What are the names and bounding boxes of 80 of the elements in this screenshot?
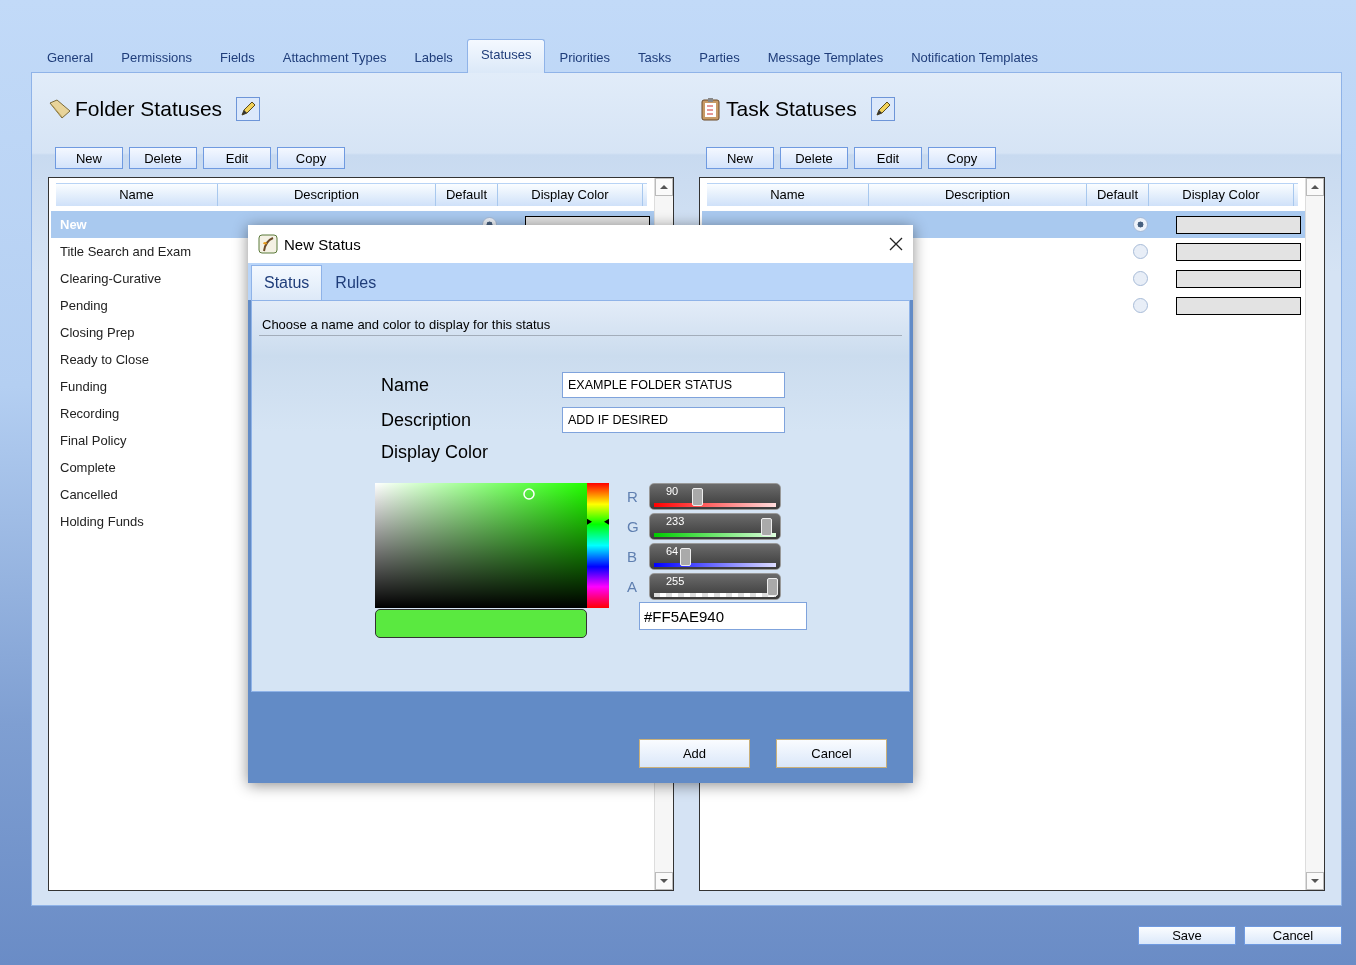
app-logo-icon xyxy=(258,234,278,254)
slider-thumb[interactable] xyxy=(767,578,779,596)
column-header[interactable]: Default xyxy=(1087,184,1149,206)
scroll-down-icon[interactable] xyxy=(1306,872,1324,890)
scroll-up-icon[interactable] xyxy=(655,178,673,196)
channel-value: 90 xyxy=(666,485,679,497)
instruction-text: Choose a name and color to display for this status xyxy=(259,301,902,336)
toolbar-button[interactable]: Edit xyxy=(203,147,271,169)
toolbar-button[interactable]: Delete xyxy=(129,147,197,169)
scroll-up-icon[interactable] xyxy=(1306,178,1324,196)
toolbar-button[interactable]: Delete xyxy=(780,147,848,169)
column-header[interactable]: Description xyxy=(869,184,1087,206)
dialog-button[interactable]: Cancel xyxy=(776,739,887,768)
hue-marker[interactable] xyxy=(587,518,609,525)
status-name: Ready to Close xyxy=(60,352,149,367)
footer-button[interactable]: Save xyxy=(1138,926,1236,945)
input-field[interactable]: EXAMPLE FOLDER STATUS xyxy=(562,372,785,398)
section-title: Folder Statuses xyxy=(75,97,223,121)
settings-tab[interactable]: Labels xyxy=(400,42,467,73)
settings-tab[interactable]: Fields xyxy=(206,42,269,73)
channel-label: G xyxy=(627,518,637,535)
pencil-icon[interactable] xyxy=(236,97,261,121)
settings-tab[interactable]: Priorities xyxy=(545,42,625,73)
status-name: New xyxy=(60,217,87,232)
slider-thumb[interactable] xyxy=(692,488,704,506)
settings-tab[interactable]: Parties xyxy=(685,42,754,73)
section-title: Task Statuses xyxy=(726,97,857,121)
scroll-down-icon[interactable] xyxy=(655,872,673,890)
toolbar-button[interactable]: New xyxy=(706,147,774,169)
footer-button[interactable]: Cancel xyxy=(1244,926,1342,945)
channel-label: B xyxy=(627,548,637,565)
field-label: Description xyxy=(381,409,473,431)
settings-tab[interactable]: Message Templates xyxy=(753,42,898,73)
toolbar-button[interactable]: Copy xyxy=(277,147,345,169)
field-label: Name xyxy=(381,374,430,396)
hex-input[interactable]: #FF5AE940 xyxy=(639,602,807,630)
toolbar-button[interactable]: New xyxy=(55,147,123,169)
channel-label: A xyxy=(627,578,637,595)
channel-value: 255 xyxy=(666,575,685,587)
channel-slider[interactable]: 64 xyxy=(649,543,781,570)
channel-value: 64 xyxy=(666,545,679,557)
channel-label: R xyxy=(627,488,637,505)
column-header[interactable]: Display Color xyxy=(498,184,643,206)
toolbar-button[interactable]: Copy xyxy=(928,147,996,169)
folder-icon xyxy=(48,97,72,121)
channel-slider[interactable]: 255 xyxy=(649,573,781,600)
dialog-tab[interactable]: Status xyxy=(251,265,323,300)
column-header[interactable]: Description xyxy=(218,184,436,206)
status-name: Pending xyxy=(60,298,108,313)
pencil-icon[interactable] xyxy=(870,97,895,121)
column-header[interactable]: Display Color xyxy=(1149,184,1294,206)
column-header[interactable]: Name xyxy=(707,184,869,206)
settings-tab[interactable]: Attachment Types xyxy=(268,42,401,73)
close-icon[interactable] xyxy=(889,237,903,251)
dialog-tab[interactable]: Rules xyxy=(322,265,390,300)
channel-value: 233 xyxy=(666,515,685,527)
slider-thumb[interactable] xyxy=(679,548,691,566)
settings-tab[interactable]: General xyxy=(33,42,108,73)
slider-thumb[interactable] xyxy=(760,518,772,536)
input-field[interactable]: ADD IF DESIRED xyxy=(562,407,785,433)
column-header[interactable]: Name xyxy=(56,184,218,206)
toolbar-button[interactable]: Edit xyxy=(854,147,922,169)
channel-slider[interactable]: 90 xyxy=(649,483,781,510)
settings-tab[interactable]: Notification Templates xyxy=(897,42,1053,73)
clipboard-icon xyxy=(699,97,723,121)
field-label: Display Color xyxy=(381,442,490,463)
settings-tab[interactable]: Tasks xyxy=(624,42,686,73)
default-radio[interactable] xyxy=(1132,217,1148,232)
dialog-button[interactable]: Add xyxy=(639,739,750,768)
default-radio[interactable] xyxy=(1132,244,1148,259)
channel-slider[interactable]: 233 xyxy=(649,513,781,540)
default-radio[interactable] xyxy=(1132,298,1148,313)
status-name: Complete xyxy=(60,460,116,475)
saturation-value-picker[interactable] xyxy=(375,483,587,608)
dialog-title: New Status xyxy=(284,235,362,253)
settings-tab[interactable]: Permissions xyxy=(107,42,207,73)
column-header[interactable]: Default xyxy=(436,184,498,206)
settings-tab[interactable]: Statuses xyxy=(466,39,546,73)
default-radio[interactable] xyxy=(1132,271,1148,286)
hue-slider[interactable] xyxy=(587,483,609,608)
